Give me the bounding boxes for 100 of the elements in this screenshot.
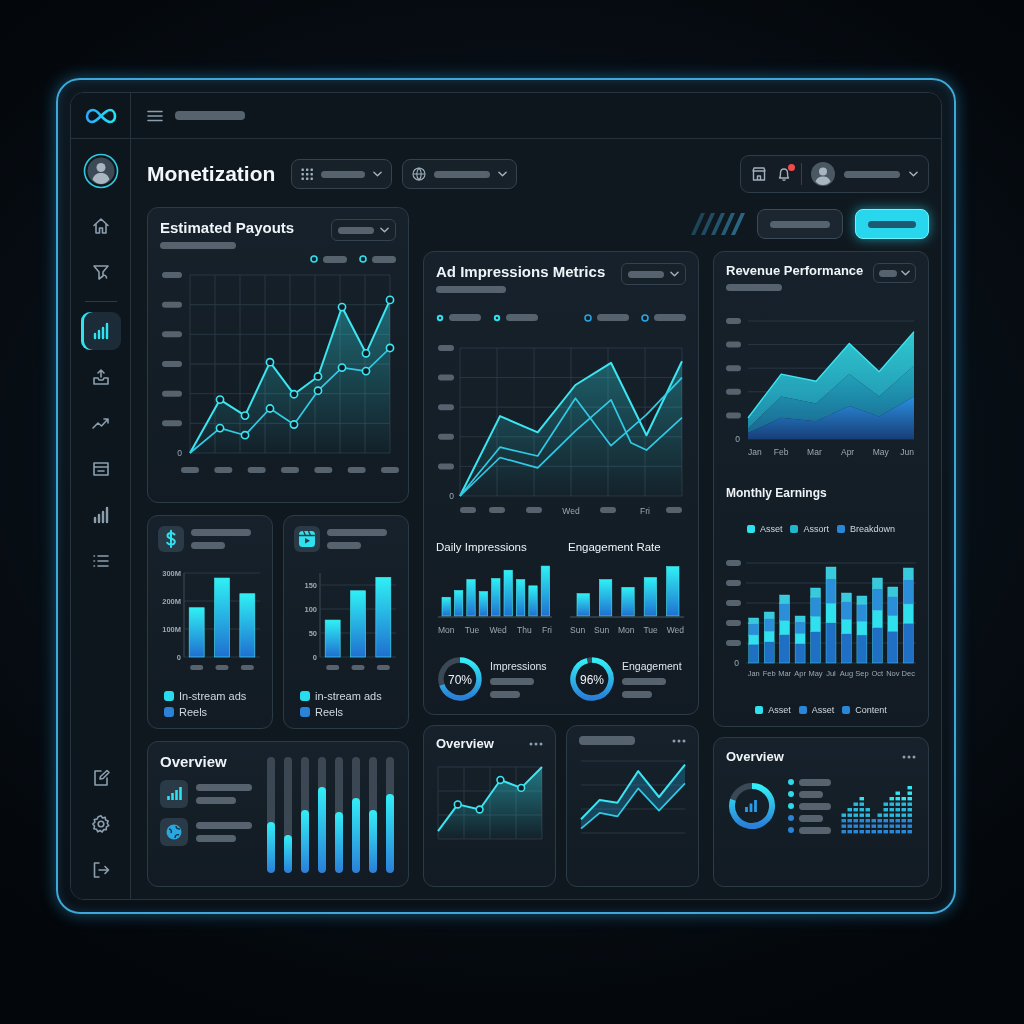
- bar: [441, 596, 451, 616]
- axis-label: Mon: [438, 624, 455, 635]
- dropdown[interactable]: [291, 159, 393, 189]
- data-point: [313, 372, 323, 381]
- placeholder-bar: [191, 529, 251, 536]
- axis-label: Wed: [666, 624, 684, 635]
- legend-label: in-stream ads: [315, 690, 382, 702]
- axis-label: Tue: [464, 624, 480, 635]
- placeholder-bar: [868, 220, 916, 228]
- stacked-bar: [841, 592, 852, 663]
- placeholder-bar: [726, 284, 782, 291]
- bar: [503, 569, 513, 616]
- placeholder-bar: [196, 784, 252, 791]
- card-title: Ad Impressions Metrics: [436, 263, 606, 280]
- placeholder-bar: [175, 111, 245, 120]
- chevron-down-icon: [670, 271, 679, 277]
- label-placeholder: [600, 507, 616, 513]
- avatar-icon[interactable]: [82, 153, 119, 189]
- legend-label: Asset: [811, 704, 835, 715]
- card-title: Overview: [160, 753, 228, 770]
- axis-label: Fri: [640, 506, 650, 516]
- more-icon[interactable]: [672, 738, 686, 743]
- label-placeholder: [281, 467, 299, 473]
- legend-label: In-stream ads: [179, 690, 247, 702]
- more-icon[interactable]: [902, 754, 916, 759]
- placeholder-bar: [327, 529, 387, 536]
- label-placeholder: [726, 318, 741, 325]
- placeholder-bar: [338, 226, 374, 234]
- chevron-down-icon[interactable]: [909, 171, 918, 177]
- bell-icon[interactable]: [776, 166, 792, 182]
- bar: [324, 619, 341, 658]
- data-point: [240, 430, 250, 440]
- legend-label: Asset: [759, 524, 783, 535]
- label-placeholder: [181, 467, 199, 473]
- stacked-bar: [748, 617, 759, 663]
- more-icon[interactable]: [529, 741, 543, 746]
- label-placeholder: [381, 467, 399, 473]
- dropdown[interactable]: [873, 263, 916, 283]
- card-title: Overview: [726, 749, 784, 764]
- data-point: [215, 423, 225, 433]
- placeholder-bar: [321, 170, 366, 178]
- label-placeholder: [326, 665, 340, 670]
- settings-icon: [90, 814, 111, 834]
- nav-button[interactable]: [80, 312, 121, 350]
- chevron-down-icon: [901, 270, 910, 276]
- stripes-decoration: [689, 213, 745, 235]
- label-placeholder: [726, 342, 741, 348]
- bar: [643, 576, 657, 616]
- dropdown[interactable]: [621, 263, 686, 285]
- secondary-button[interactable]: [757, 209, 843, 239]
- dropdown[interactable]: [331, 219, 396, 241]
- avatar-icon[interactable]: [811, 162, 835, 186]
- axis-label: Jun: [900, 447, 914, 458]
- grid-icon: [301, 168, 314, 180]
- bar: [188, 607, 205, 658]
- axis-label: Sun: [594, 624, 610, 635]
- placeholder-bar: [597, 314, 629, 321]
- placeholder-bar: [490, 691, 520, 698]
- placeholder-bar: [327, 542, 361, 549]
- label-placeholder: [162, 420, 182, 427]
- globe-icon: [412, 167, 427, 181]
- placeholder-bar: [449, 314, 481, 321]
- stacked-bar: [779, 594, 790, 663]
- ring-arc: [729, 783, 775, 829]
- bar: [576, 592, 590, 616]
- data-point: [313, 386, 323, 396]
- label-placeholder: [214, 467, 233, 473]
- axis-label: Fri: [542, 624, 552, 635]
- placeholder-bar: [490, 678, 534, 685]
- card-title: Estimated Payouts: [160, 219, 295, 236]
- placeholder-bar: [196, 797, 236, 804]
- dropdown[interactable]: [402, 159, 518, 189]
- menu-icon[interactable]: [147, 109, 163, 122]
- label-placeholder: [726, 579, 741, 586]
- primary-button[interactable]: [855, 209, 929, 239]
- bar: [599, 578, 613, 616]
- label-placeholder: [240, 665, 254, 670]
- label-placeholder: [162, 331, 182, 338]
- data-point: [337, 363, 347, 372]
- tray-icon: [90, 367, 111, 387]
- legend-label: Breakdown: [850, 524, 896, 535]
- legend-marker-icon: [359, 255, 367, 263]
- ring-arc: [439, 657, 482, 701]
- label-placeholder: [726, 599, 741, 606]
- data-point: [289, 389, 299, 399]
- label-placeholder: [162, 272, 182, 278]
- placeholder-bar: [622, 678, 666, 685]
- placeholder-bar: [799, 814, 823, 822]
- axis-label: Tue: [643, 624, 658, 635]
- window-icon: [90, 459, 111, 479]
- stacked-bar: [794, 615, 806, 663]
- axis-label: 0: [449, 491, 454, 501]
- data-point: [215, 395, 225, 404]
- label-placeholder: [351, 665, 365, 670]
- infinity-logo-icon[interactable]: [84, 107, 117, 124]
- data-point: [265, 404, 275, 413]
- store-icon[interactable]: [751, 166, 767, 182]
- axis-label: 0: [735, 434, 740, 445]
- chevron-down-icon: [380, 227, 389, 233]
- card-title: Revenue Performance: [726, 263, 864, 278]
